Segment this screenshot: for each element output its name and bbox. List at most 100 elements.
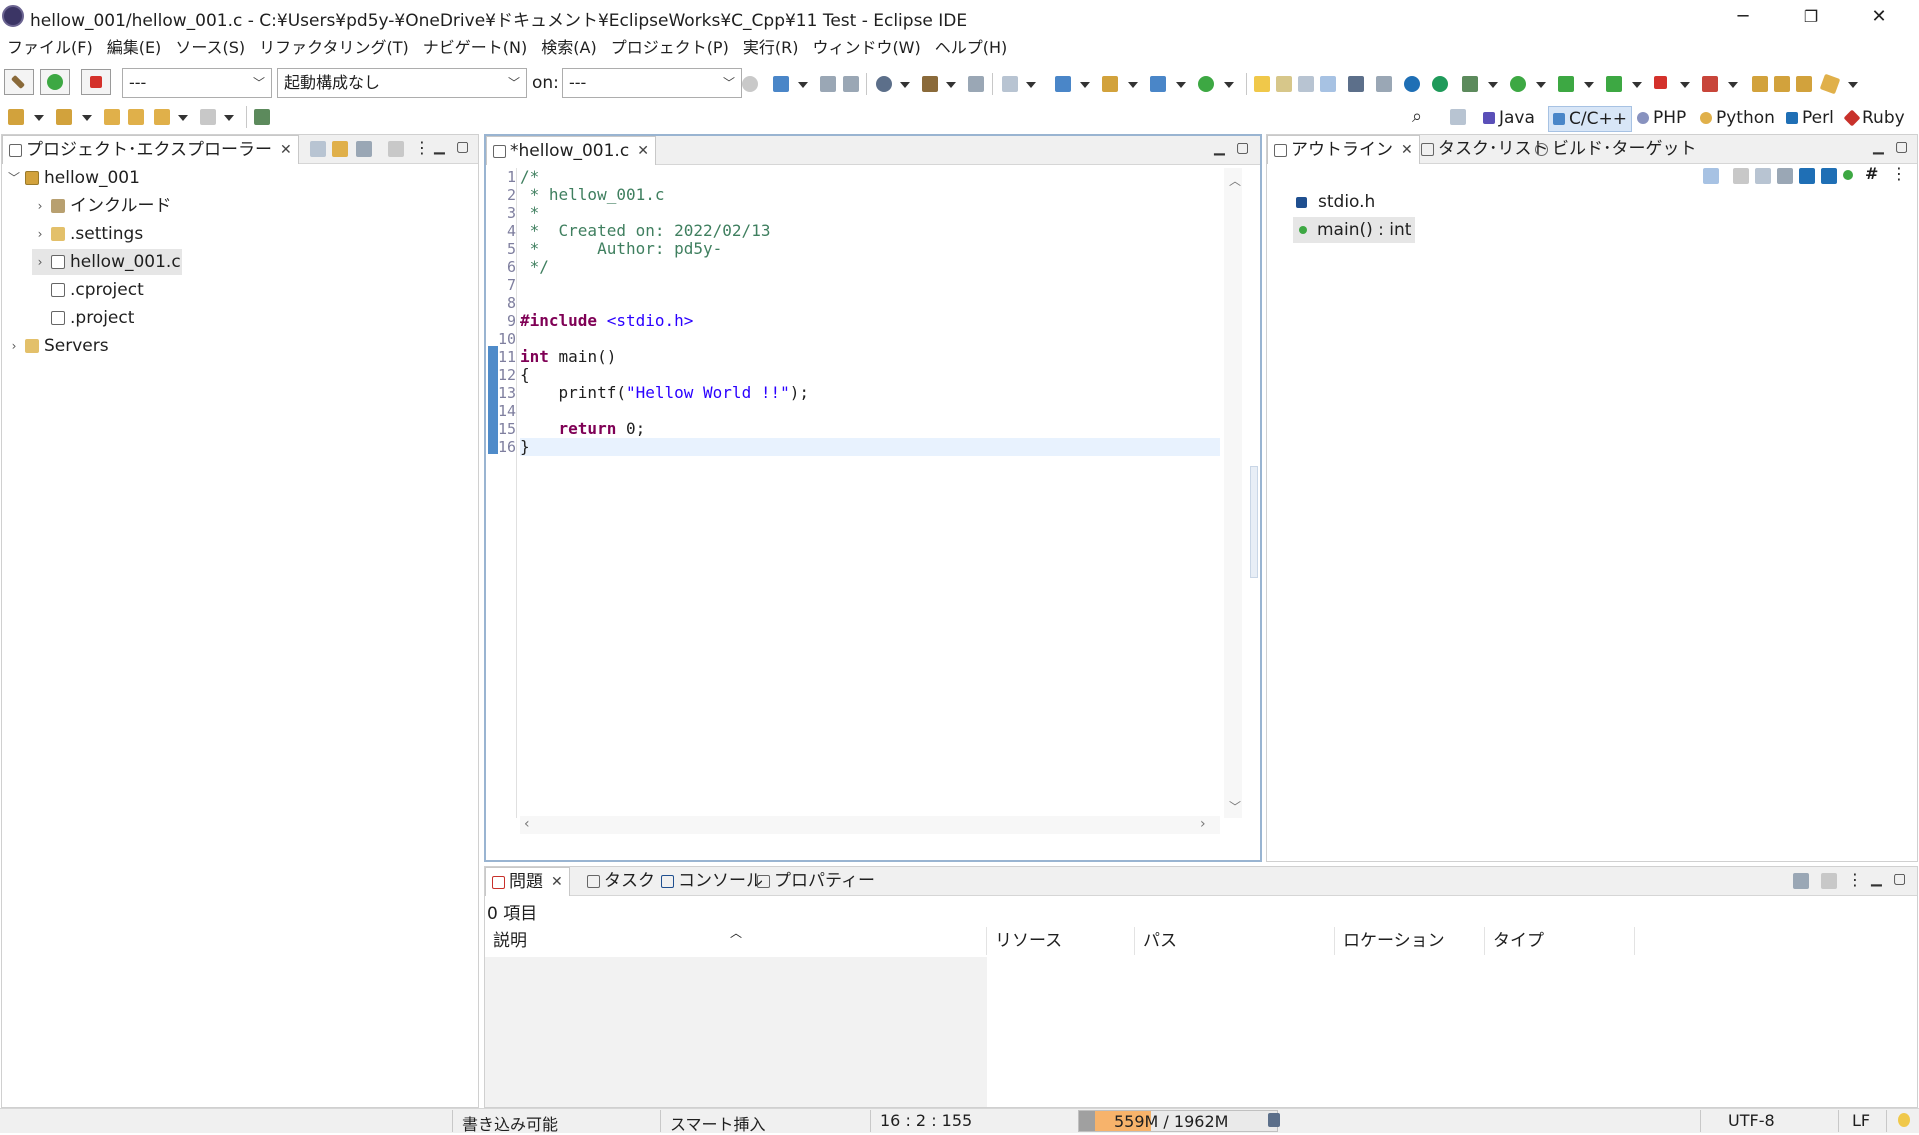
menu-window[interactable]: ウィンドウ(W): [805, 34, 927, 62]
garbage-collect-icon[interactable]: [1268, 1113, 1280, 1127]
forward-history-dropdown-icon[interactable]: [224, 115, 234, 121]
new-source-file-icon[interactable]: [1150, 76, 1166, 92]
maximize-view-icon[interactable]: ▢: [1236, 140, 1249, 156]
terminate-icon[interactable]: [1654, 76, 1667, 89]
new-dropdown-icon[interactable]: [798, 82, 808, 88]
perspective-python[interactable]: Python: [1700, 106, 1775, 130]
debug-config-icon[interactable]: [876, 76, 892, 92]
expanded-chevron-icon[interactable]: ﹀: [6, 165, 22, 191]
column-description[interactable]: 説明 ︿: [485, 926, 987, 955]
menu-refactor[interactable]: リファクタリング(T): [252, 34, 416, 62]
minimize-view-icon[interactable]: ▁: [1214, 140, 1225, 156]
perspective-php[interactable]: PHP: [1637, 106, 1686, 130]
filter-icon[interactable]: [1793, 873, 1809, 889]
build-button[interactable]: [4, 69, 34, 95]
menu-edit[interactable]: 編集(E): [100, 34, 169, 62]
hide-static-icon[interactable]: [1799, 168, 1815, 184]
heap-status[interactable]: 559M / 1962M: [1078, 1110, 1278, 1132]
column-resource[interactable]: リソース: [987, 927, 1135, 955]
scroll-right-icon[interactable]: ›: [1200, 816, 1206, 832]
maximize-view-icon[interactable]: ▢: [1893, 871, 1906, 887]
remove-launches-icon[interactable]: [1702, 76, 1718, 92]
annotation-prev-icon[interactable]: [56, 109, 72, 125]
collapsed-chevron-icon[interactable]: ›: [6, 333, 22, 359]
toggle-mark-occurrences-icon[interactable]: [1276, 76, 1292, 92]
block-selection-icon[interactable]: [1298, 76, 1314, 92]
code-area[interactable]: /* * hellow_001.c * * Created on: 2022/0…: [520, 168, 1220, 818]
profile-icon[interactable]: [1558, 76, 1574, 92]
tip-lightbulb-icon[interactable]: [1898, 1113, 1910, 1127]
tree-item-project-file[interactable]: .project: [32, 305, 134, 331]
menu-project[interactable]: プロジェクト(P): [604, 34, 736, 62]
perspective-cpp[interactable]: C/C++: [1548, 106, 1632, 132]
column-type[interactable]: タイプ: [1485, 927, 1635, 955]
debug-dropdown-icon[interactable]: [1488, 82, 1498, 88]
external-tools-icon[interactable]: [1606, 76, 1622, 92]
forward-icon[interactable]: [200, 109, 216, 125]
tree-item-source-file[interactable]: › hellow_001.c: [32, 249, 182, 275]
minimize-button[interactable]: ─: [1715, 0, 1771, 32]
save-all-icon[interactable]: [843, 76, 859, 92]
menu-run[interactable]: 実行(R): [736, 34, 806, 62]
back-icon[interactable]: [128, 109, 144, 125]
group-macros-icon[interactable]: #: [1865, 164, 1878, 183]
run-icon[interactable]: [1510, 76, 1526, 92]
column-path[interactable]: パス: [1135, 927, 1335, 955]
launch-mode-select[interactable]: --- ﹀: [122, 68, 272, 98]
launch-target-settings-icon[interactable]: [742, 76, 758, 92]
tab-tasks[interactable]: タスク: [581, 867, 661, 895]
collapse-all-icon[interactable]: [1755, 168, 1771, 184]
remove-launches-dropdown-icon[interactable]: [1728, 82, 1738, 88]
perspective-java[interactable]: Java: [1483, 106, 1535, 130]
new-class-dropdown-icon[interactable]: [1224, 82, 1234, 88]
tree-item-settings[interactable]: › .settings: [32, 221, 144, 247]
maximize-view-icon[interactable]: ▢: [1895, 139, 1908, 155]
minimize-view-icon[interactable]: ▁: [1871, 871, 1882, 887]
build-config-dropdown-icon[interactable]: [946, 82, 956, 88]
tab-project-explorer[interactable]: プロジェクト･エクスプローラー ✕: [2, 135, 299, 164]
collapsed-chevron-icon[interactable]: ›: [32, 249, 48, 275]
close-button[interactable]: ✕: [1851, 0, 1907, 32]
scroll-up-icon[interactable]: ︿: [1229, 172, 1241, 189]
tree-item-cproject[interactable]: .cproject: [32, 277, 144, 303]
tree-item-project[interactable]: ﹀ hellow_001: [6, 165, 140, 191]
pin-editor-icon[interactable]: [1819, 73, 1841, 95]
view-menu-icon[interactable]: ⋮: [1847, 870, 1863, 889]
build-config-icon[interactable]: [922, 76, 938, 92]
menu-search[interactable]: 検索(A): [534, 34, 603, 62]
minimize-view-icon[interactable]: ▁: [1873, 139, 1884, 155]
tree-item-includes[interactable]: › インクルード: [32, 193, 172, 219]
view-menu-icon[interactable]: ⋮: [414, 138, 430, 157]
navigate-icon[interactable]: [1002, 76, 1018, 92]
highlight-occurrences-icon[interactable]: [1254, 76, 1270, 92]
overview-ruler[interactable]: [1250, 466, 1258, 578]
menu-source[interactable]: ソース(S): [168, 34, 252, 62]
open-resource-icon[interactable]: [1796, 76, 1812, 92]
close-icon[interactable]: ✕: [637, 137, 649, 165]
maximize-view-icon[interactable]: ▢: [456, 139, 469, 155]
menu-navigate[interactable]: ナビゲート(N): [416, 34, 534, 62]
menu-help[interactable]: ヘルプ(H): [928, 34, 1015, 62]
outline-item-include[interactable]: stdio.h: [1293, 189, 1375, 215]
hide-fields-icon[interactable]: [1777, 168, 1793, 184]
perspective-ruby[interactable]: Ruby: [1843, 106, 1905, 130]
save-icon[interactable]: [820, 76, 836, 92]
new-icon[interactable]: [773, 76, 789, 92]
launch-run-button[interactable]: [40, 69, 70, 95]
build-all-icon[interactable]: [968, 76, 984, 92]
new-c-project-icon[interactable]: [1055, 76, 1071, 92]
external-tools-dropdown-icon[interactable]: [1632, 82, 1642, 88]
status-line-ending[interactable]: LF: [1852, 1111, 1870, 1130]
status-encoding[interactable]: UTF-8: [1728, 1111, 1775, 1130]
annotation-prev-dropdown-icon[interactable]: [82, 115, 92, 121]
collapsed-chevron-icon[interactable]: ›: [32, 193, 48, 219]
sort-icon[interactable]: [1703, 168, 1719, 184]
tree-item-servers[interactable]: › Servers: [6, 333, 109, 359]
open-perspective-dialog-icon[interactable]: [1450, 109, 1466, 125]
launch-config-select[interactable]: 起動構成なし ﹀: [277, 68, 527, 98]
annotation-next-dropdown-icon[interactable]: [34, 115, 44, 121]
menu-file[interactable]: ファイル(F): [0, 34, 100, 62]
close-icon[interactable]: ✕: [1401, 136, 1413, 164]
coverage-icon[interactable]: [1432, 76, 1448, 92]
focus-on-active-task-icon[interactable]: [388, 141, 404, 157]
